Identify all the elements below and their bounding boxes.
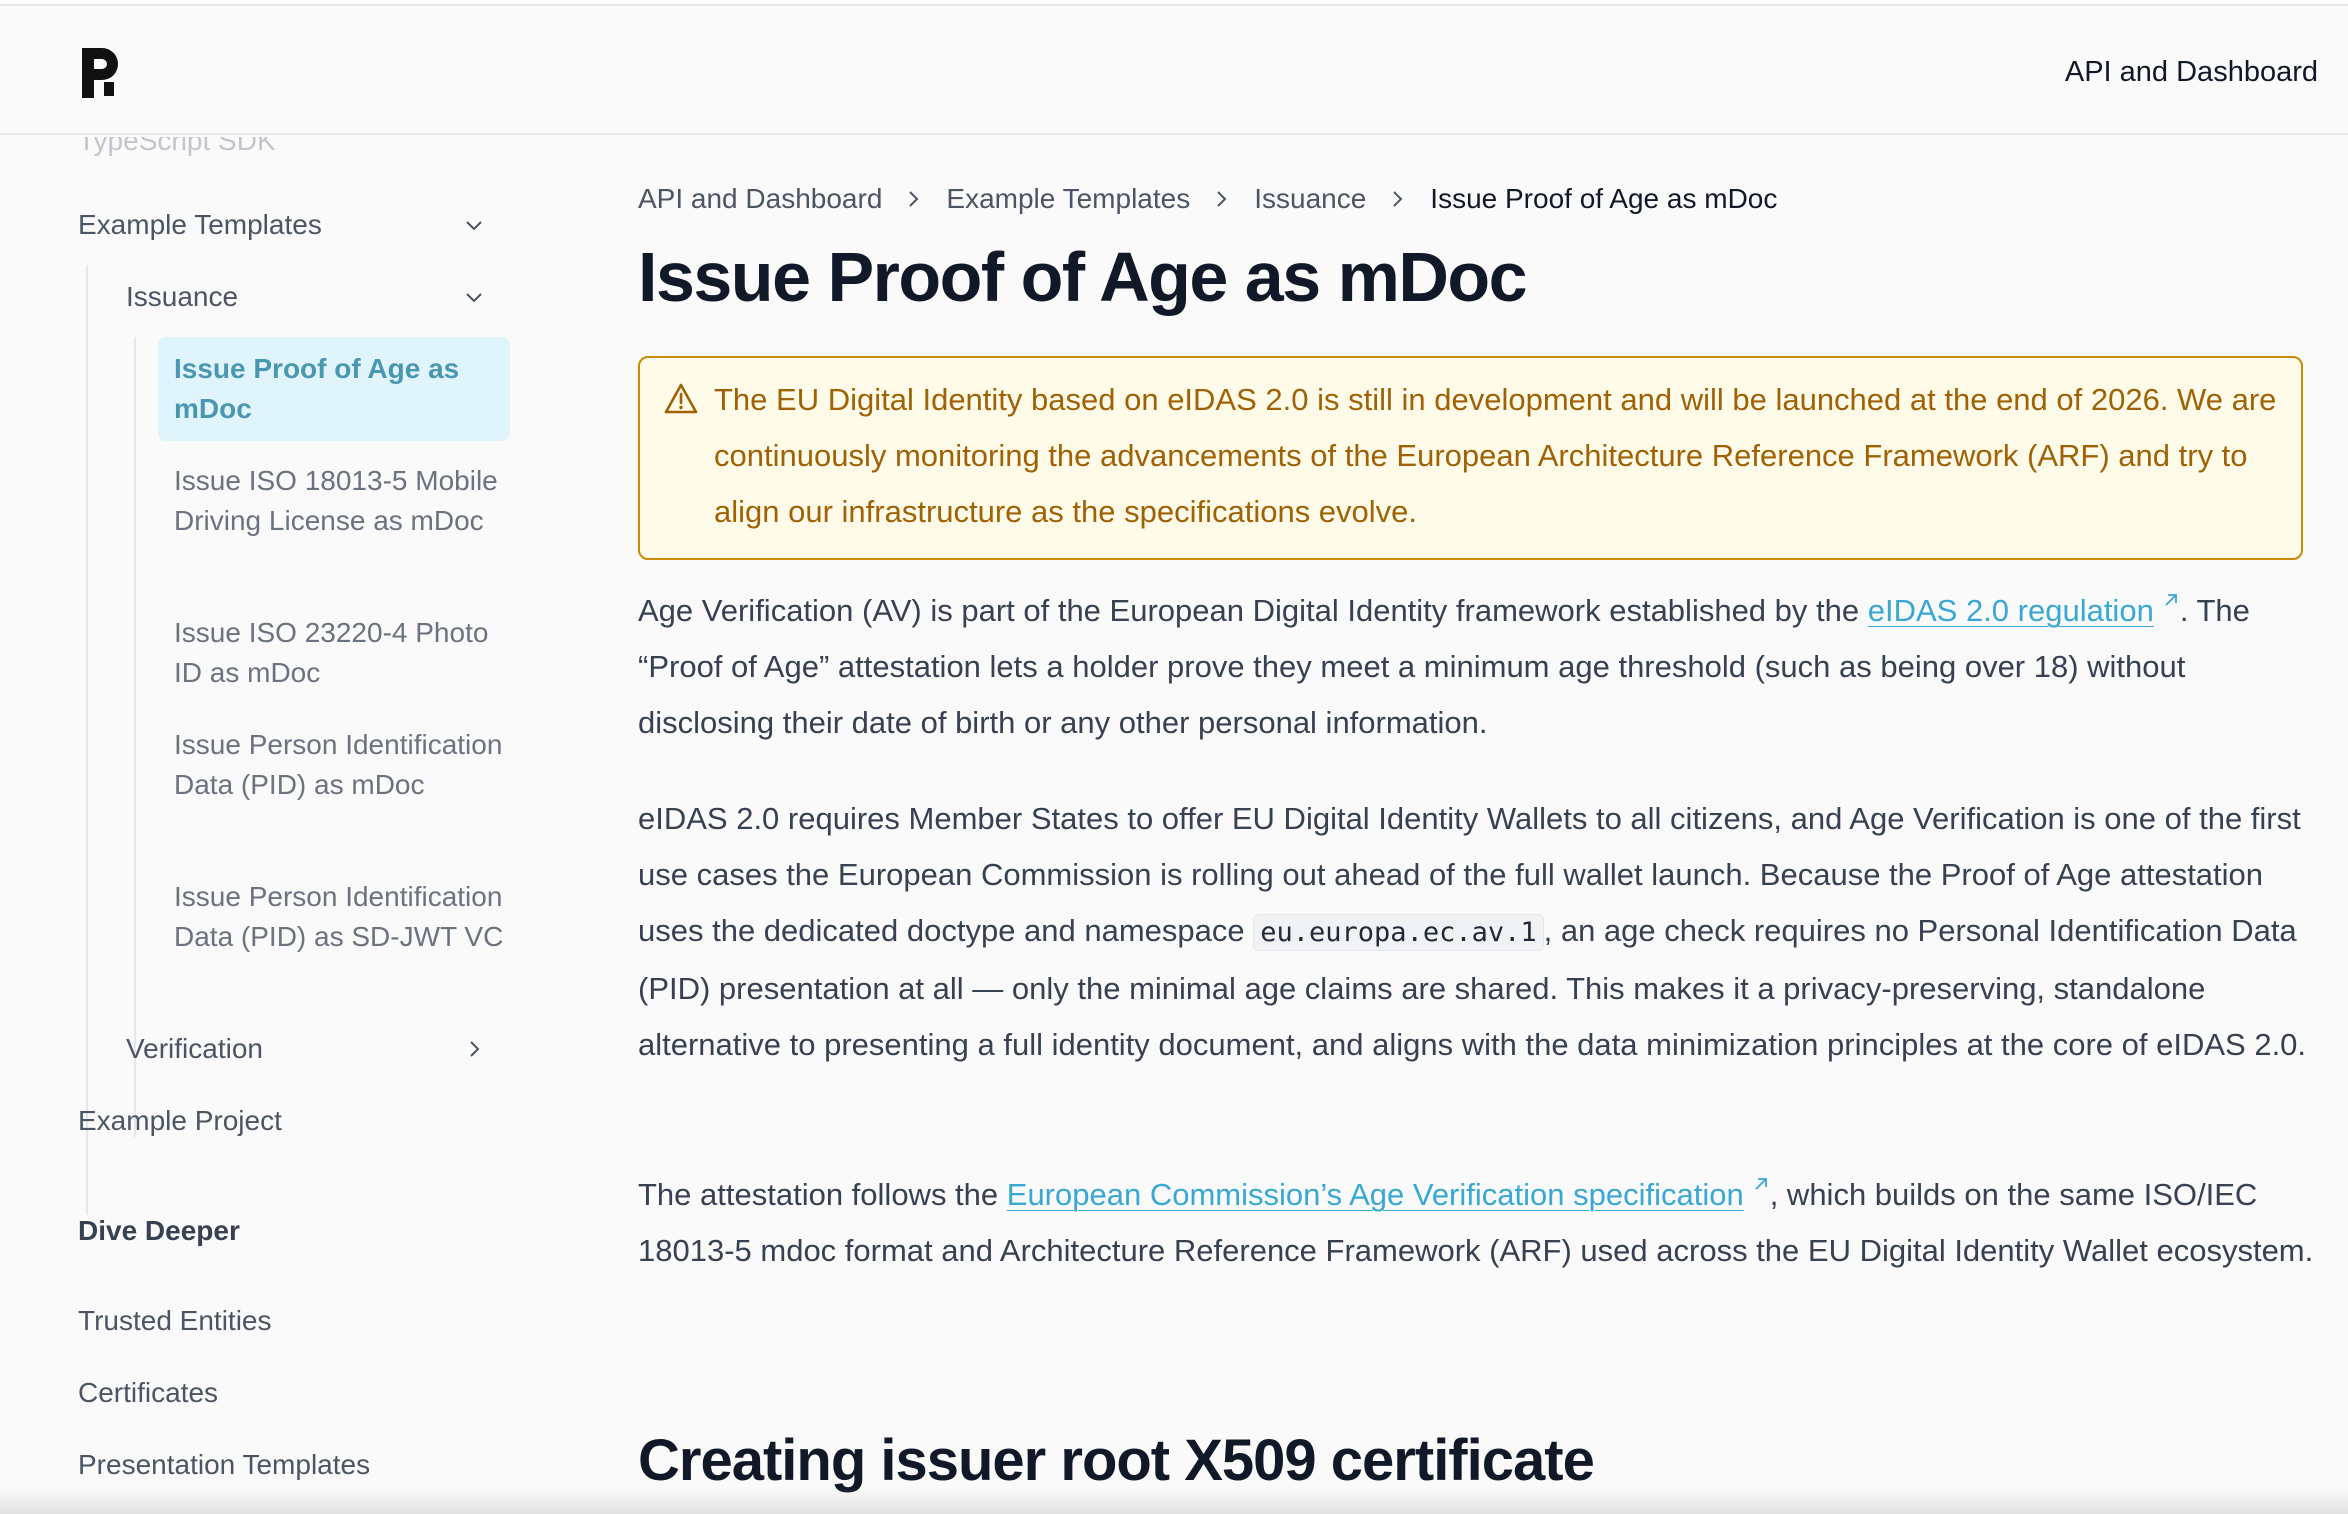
paragraph-text: Age Verification (AV) is part of the Eur… <box>638 593 1868 628</box>
chevron-down-icon[interactable] <box>462 213 486 237</box>
breadcrumb: API and Dashboard Example Templates Issu… <box>638 183 1777 215</box>
breadcrumb-item[interactable]: Issuance <box>1254 183 1366 215</box>
external-link-icon <box>2165 594 2177 606</box>
sidebar-item-typescript-sdk[interactable]: TypeScript SDK <box>78 137 276 161</box>
sidebar-item-mdl[interactable]: Issue ISO 18013-5 Mobile Driving License… <box>174 461 504 541</box>
bottom-scroll-shadow <box>0 1488 2348 1514</box>
callout-text: The EU Digital Identity based on eIDAS 2… <box>714 382 2277 529</box>
sidebar-item-trusted-entities[interactable]: Trusted Entities <box>78 1301 271 1341</box>
sidebar-item-proof-of-age[interactable]: Issue Proof of Age as mDoc <box>174 349 494 429</box>
sidebar-item-issuance[interactable]: Issuance <box>126 277 238 317</box>
chevron-right-icon <box>909 191 919 207</box>
page-title: Issue Proof of Age as mDoc <box>638 238 1528 316</box>
section-heading: Creating issuer root X509 certificate <box>638 1428 1595 1493</box>
sidebar-item-verification[interactable]: Verification <box>126 1029 263 1069</box>
breadcrumb-item[interactable]: API and Dashboard <box>638 183 882 215</box>
sidebar-item-certificates[interactable]: Certificates <box>78 1373 218 1413</box>
chevron-right-icon <box>1217 191 1227 207</box>
breadcrumb-current: Issue Proof of Age as mDoc <box>1430 183 1778 214</box>
namespace-code: eu.europa.ec.av.1 <box>1253 914 1544 951</box>
window-top-edge <box>0 0 2348 6</box>
logo-icon[interactable] <box>80 46 122 100</box>
chevron-right-icon[interactable] <box>462 1037 486 1061</box>
warning-triangle-icon <box>664 382 698 416</box>
paragraph-eidas: eIDAS 2.0 requires Member States to offe… <box>638 791 2318 1073</box>
age-verification-spec-link[interactable]: European Commission’s Age Verification s… <box>1007 1177 1744 1212</box>
sidebar-item-photo-id[interactable]: Issue ISO 23220-4 Photo ID as mDoc <box>174 613 504 693</box>
sidebar: TypeScript SDK Example Templates Issuanc… <box>0 137 540 1514</box>
external-link-icon <box>1755 1178 1767 1190</box>
top-header: API and Dashboard <box>0 8 2348 135</box>
paragraph-attestation: The attestation follows the European Com… <box>638 1167 2318 1279</box>
sidebar-heading-dive-deeper: Dive Deeper <box>78 1215 240 1246</box>
sidebar-item-example-templates[interactable]: Example Templates <box>78 205 322 245</box>
paragraph-intro: Age Verification (AV) is part of the Eur… <box>638 583 2318 751</box>
chevron-down-icon[interactable] <box>462 285 486 309</box>
eidas-regulation-link[interactable]: eIDAS 2.0 regulation <box>1868 593 2154 628</box>
sidebar-item-pid-mdoc[interactable]: Issue Person Identification Data (PID) a… <box>174 725 504 805</box>
chevron-right-icon <box>1393 191 1403 207</box>
warning-callout: The EU Digital Identity based on eIDAS 2… <box>638 356 2303 560</box>
sidebar-item-pid-sdjwt[interactable]: Issue Person Identification Data (PID) a… <box>174 877 504 957</box>
header-link-api-dashboard[interactable]: API and Dashboard <box>2065 56 2318 89</box>
sidebar-nest-line <box>86 265 88 1215</box>
sidebar-nest-line <box>134 337 136 1137</box>
sidebar-item-example-project[interactable]: Example Project <box>78 1101 282 1141</box>
paragraph-text: The attestation follows the <box>638 1177 1007 1212</box>
breadcrumb-item[interactable]: Example Templates <box>946 183 1190 215</box>
sidebar-item-presentation-templates[interactable]: Presentation Templates <box>78 1445 370 1485</box>
